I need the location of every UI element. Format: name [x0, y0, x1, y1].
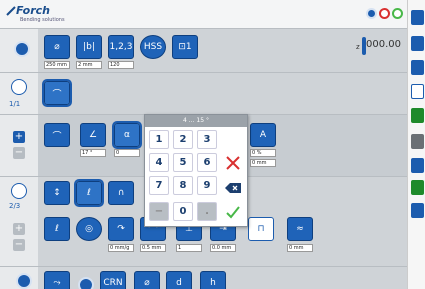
rotation-button[interactable]: ◎ [76, 217, 102, 241]
backspace-icon[interactable] [223, 178, 243, 197]
angle-value[interactable]: 17 ° [80, 149, 106, 157]
key-0[interactable]: 0 [173, 202, 193, 221]
step-icon[interactable] [11, 79, 27, 95]
offset-value[interactable]: 0 mm [250, 159, 276, 167]
key-minus[interactable]: − [149, 202, 169, 221]
header: Forch Bending solutions [0, 0, 407, 28]
key-3[interactable]: 3 [197, 130, 217, 149]
add-step-button[interactable]: + [13, 223, 25, 235]
crn-button[interactable]: CRN [100, 271, 126, 289]
angle-button[interactable]: ∠ [80, 123, 106, 147]
numeric-keypad: 4 ... 15 ° 1 2 3 4 5 6 7 8 9 − 0 . [144, 114, 248, 227]
row-header-1: 1/1 [0, 73, 38, 114]
row-header-3: 2/3 + − [0, 177, 38, 266]
count-button[interactable]: 1,2,3 [108, 35, 134, 59]
row-header-4 [0, 267, 38, 289]
change-button[interactable]: ⤳ [44, 271, 70, 289]
arch-button[interactable]: ∩ [108, 181, 134, 205]
feed-button[interactable]: ↕ [44, 181, 70, 205]
step-3-icon[interactable] [11, 183, 27, 199]
step-band-1: 1/1 ⌒ [0, 72, 407, 114]
logo-subtitle: Bending solutions [20, 17, 65, 23]
key-5[interactable]: 5 [173, 153, 193, 172]
springback-button[interactable]: A [250, 123, 276, 147]
program-icon[interactable] [411, 36, 424, 51]
diameter-button[interactable]: ⌀ [44, 35, 70, 59]
keypad-range: 4 ... 15 ° [145, 115, 247, 127]
run-icon[interactable] [411, 180, 424, 195]
add-button[interactable]: + [13, 131, 25, 143]
bend-type-button[interactable]: ⌒ [42, 79, 72, 107]
alpha-value[interactable]: 0 [114, 149, 140, 157]
wall-value[interactable]: 2 mm [76, 61, 102, 69]
boost-button[interactable]: ℓ [44, 217, 70, 241]
step-3-counter: 2/3 [9, 202, 21, 210]
d-tool-button[interactable]: d [166, 271, 192, 289]
pressure-value[interactable]: 1 [176, 244, 202, 252]
network-icon[interactable] [366, 8, 377, 19]
diameter-value[interactable]: 250 mm [44, 61, 70, 69]
key-7[interactable]: 7 [149, 176, 169, 195]
app-window: Forch Bending solutions ⌀ |b| 1,2,3 HSS … [0, 0, 425, 289]
tool-icon[interactable] [411, 10, 424, 25]
speed-value[interactable]: 0 mm/g [108, 244, 134, 252]
marker-icon [78, 277, 94, 289]
alpha-button[interactable]: α [112, 121, 142, 149]
bend-icon[interactable] [14, 41, 30, 57]
key-6[interactable]: 6 [197, 153, 217, 172]
wiper-button[interactable]: ≈ [287, 217, 313, 241]
curve-button[interactable]: ↷ [108, 217, 134, 241]
axis-readout: 000.00 [366, 39, 401, 50]
right-toolbar [407, 0, 425, 289]
key-9[interactable]: 9 [197, 176, 217, 195]
axes-icon[interactable] [411, 134, 424, 149]
remove-step-button[interactable]: − [13, 239, 25, 251]
key-decimal[interactable]: . [197, 202, 217, 221]
diameter-tool-button[interactable]: ⌀ [134, 271, 160, 289]
tool-change-icon[interactable] [16, 273, 32, 289]
step-band-4: ⤳ CRN ⌀ d h [0, 266, 407, 289]
row-header [0, 29, 38, 72]
settings-icon[interactable] [411, 203, 424, 218]
key-1[interactable]: 1 [149, 130, 169, 149]
position-icon[interactable] [411, 108, 424, 123]
percent-value[interactable]: 0 % [250, 149, 276, 157]
row-header-2: + − [0, 115, 38, 176]
stop-icon[interactable] [379, 8, 390, 19]
hss-button[interactable]: HSS [140, 35, 166, 59]
wiper-value[interactable]: 0 mm [287, 244, 313, 252]
count-value[interactable]: 120 [108, 61, 134, 69]
step-counter: 1/1 [9, 100, 21, 108]
remove-button[interactable]: − [13, 147, 25, 159]
lock-button[interactable]: ⊓ [248, 217, 274, 241]
cancel-icon[interactable] [223, 153, 243, 172]
bend-shape-button[interactable]: ⌒ [44, 123, 70, 147]
key-2[interactable]: 2 [173, 130, 193, 149]
retract-value[interactable]: 0.5 mm [140, 244, 166, 252]
confirm-icon[interactable] [223, 202, 243, 221]
key-4[interactable]: 4 [149, 153, 169, 172]
logo-text: Forch [16, 4, 50, 17]
status-icon[interactable] [392, 8, 403, 19]
measure-icon[interactable] [411, 158, 424, 173]
clamp-icon[interactable] [411, 84, 424, 99]
mandrel-button[interactable]: ℓ [74, 179, 104, 207]
tool-setup-icon[interactable] [411, 60, 424, 75]
readout-prefix: z [356, 43, 360, 51]
tool-button[interactable]: ⊡1 [172, 35, 198, 59]
key-8[interactable]: 8 [173, 176, 193, 195]
h-tool-button[interactable]: h [200, 271, 226, 289]
wall-button[interactable]: |b| [76, 35, 102, 59]
logo: Forch Bending solutions [6, 4, 76, 24]
top-parameter-band: ⌀ |b| 1,2,3 HSS ⊡1 250 mm 2 mm 120 z 000… [0, 28, 407, 72]
travel-value[interactable]: 0.0 mm [210, 244, 236, 252]
